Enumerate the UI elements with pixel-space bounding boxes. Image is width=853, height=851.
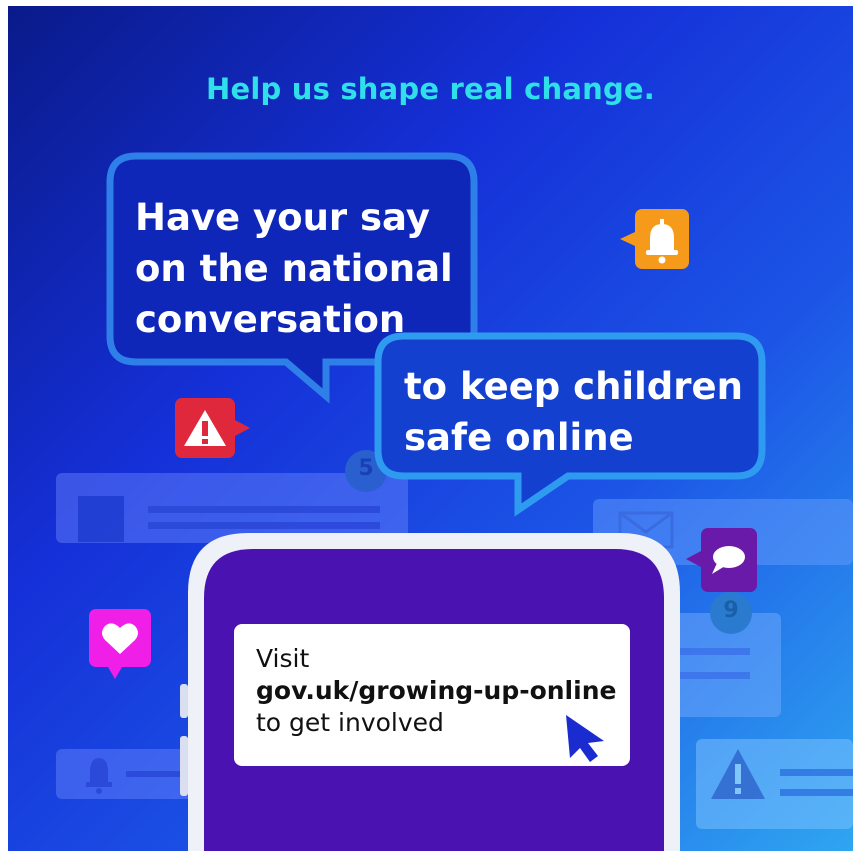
chat-notification: [686, 528, 757, 592]
poster: Help us shape real change. Have your say…: [8, 6, 853, 851]
